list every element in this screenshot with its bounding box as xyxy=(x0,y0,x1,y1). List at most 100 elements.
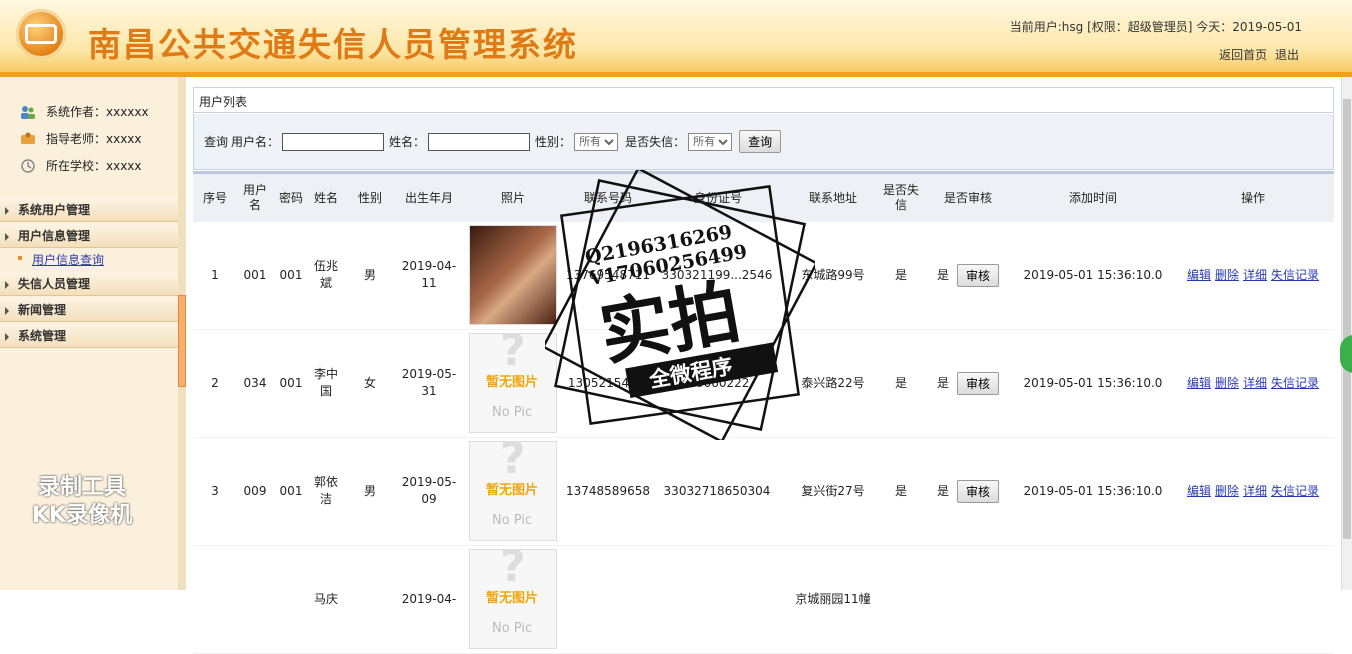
cell-idcard xyxy=(657,545,777,653)
detail-link[interactable]: 详细 xyxy=(1243,375,1267,392)
cell-photo xyxy=(469,221,557,329)
name-input[interactable] xyxy=(428,132,531,151)
cell-no: 3 xyxy=(211,483,219,498)
caret-right-icon xyxy=(5,207,9,215)
cell-dishonest: 是 xyxy=(894,267,907,282)
search-button[interactable]: 查询 xyxy=(739,130,782,153)
menu-user-info[interactable]: 用户信息管理 xyxy=(0,224,178,248)
edit-link[interactable]: 编辑 xyxy=(1187,483,1211,500)
cell-idcard: 33032718650304 xyxy=(663,483,771,498)
cell-password xyxy=(279,545,303,653)
author-info: 系统作者：xxxxxx xyxy=(20,103,149,120)
cell-name: 李中国 xyxy=(313,367,338,398)
recorder-line1: 录制工具 xyxy=(38,475,127,500)
cell-photo: ? 暂无图片 No Pic xyxy=(469,329,557,437)
sidebar-splitter[interactable] xyxy=(178,77,186,590)
detail-link[interactable]: 详细 xyxy=(1243,267,1267,284)
caret-right-icon xyxy=(5,233,9,241)
logout-link[interactable]: 退出 xyxy=(1275,48,1299,62)
edit-link[interactable]: 编辑 xyxy=(1187,267,1211,284)
cell-gender: 女 xyxy=(363,375,376,390)
col-header: 用户名 xyxy=(242,183,267,212)
menu-system-users[interactable]: 系统用户管理 xyxy=(0,198,178,222)
menu-system-admin[interactable]: 系统管理 xyxy=(0,324,178,348)
cell-photo: ? 暂无图片 No Pic xyxy=(469,437,557,545)
cell-gender: 男 xyxy=(363,483,376,498)
delete-link[interactable]: 删除 xyxy=(1215,483,1239,500)
audit-button[interactable]: 审核 xyxy=(957,263,1000,287)
col-header: 是否审核 xyxy=(943,190,992,205)
user-photo[interactable]: ? 暂无图片 No Pic xyxy=(469,441,557,541)
detail-link[interactable]: 详细 xyxy=(1243,483,1267,500)
name-label: 姓名： xyxy=(389,135,426,149)
recorder-watermark: 录制工具 KK录像机 xyxy=(32,474,132,530)
dishonest-record-link[interactable]: 失信记录 xyxy=(1271,375,1319,392)
cell-audit: 审核 xyxy=(933,545,1003,653)
question-mark-icon: ? xyxy=(500,441,526,484)
audited-value: 是 xyxy=(936,483,949,498)
cell-gender: 男 xyxy=(363,267,376,282)
app-title: 南昌公共交通失信人员管理系统 xyxy=(88,25,578,64)
cell-name: 伍兆斌 xyxy=(313,259,338,290)
query-label: 查询 xyxy=(204,135,229,149)
cell-ops: 编辑 删除 详细 失信记录 xyxy=(1178,545,1328,653)
no-pic-zh: 暂无图片 xyxy=(486,483,539,498)
col-header: 添加时间 xyxy=(1068,190,1117,205)
table-row: 3 009 001 郭依洁 男 2019-05-09 ? 暂无图片 No Pic 1… xyxy=(193,437,1334,546)
cell-username: 009 xyxy=(243,483,267,498)
menu-news[interactable]: 新闻管理 xyxy=(0,298,178,322)
col-header: 姓名 xyxy=(313,190,338,205)
users-icon xyxy=(21,105,35,119)
current-user-info: 当前用户:hsg [权限：超级管理员] 今天：2019-05-01 xyxy=(1009,20,1302,34)
user-info-query-link[interactable]: 用户信息查询 xyxy=(32,253,104,267)
username-input[interactable] xyxy=(282,132,385,151)
delete-link[interactable]: 删除 xyxy=(1215,375,1239,392)
user-photo[interactable]: ? 暂无图片 No Pic xyxy=(469,333,557,433)
table-row: 马庆 2019-04- ?暂无图片 No Pic 京城丽园11幢 审核 编辑 删除… xyxy=(193,545,1334,654)
collapse-handle[interactable] xyxy=(178,295,186,387)
col-header: 密码 xyxy=(279,190,304,205)
menu-dishonest-persons[interactable]: 失信人员管理 xyxy=(0,272,178,296)
dishonest-select[interactable]: 所有 xyxy=(688,132,733,151)
user-photo[interactable]: ? 暂无图片 No Pic xyxy=(469,549,557,649)
dishonest-record-link[interactable]: 失信记录 xyxy=(1271,267,1319,284)
cell-ops: 编辑 删除 详细 失信记录 xyxy=(1178,221,1328,329)
dishonest-label: 是否失信： xyxy=(625,135,686,149)
dishonest-record-link[interactable]: 失信记录 xyxy=(1271,483,1319,500)
cell-address: 复兴街27号 xyxy=(801,483,865,498)
panel-title: 用户列表 xyxy=(193,87,1334,113)
col-header: 性别 xyxy=(357,190,382,205)
no-pic-en: No Pic xyxy=(492,405,533,420)
scrollbar-thumb[interactable] xyxy=(1343,99,1351,539)
cell-username: 034 xyxy=(243,375,267,390)
cell-audit: 是审核 xyxy=(933,437,1003,545)
audit-button[interactable]: 审核 xyxy=(957,371,1000,395)
vertical-scrollbar[interactable] xyxy=(1341,77,1352,590)
teacher-info: 指导老师：xxxxx xyxy=(20,130,142,147)
cell-birth: 2019-05-31 xyxy=(401,367,457,398)
col-header: 是否失信 xyxy=(883,183,920,212)
delete-link[interactable]: 删除 xyxy=(1215,267,1239,284)
logo-icon xyxy=(16,9,66,59)
cell-birth: 2019-04-11 xyxy=(401,259,457,290)
cell-birth: 2019-05-09 xyxy=(401,475,457,506)
school-info: 所在学校：xxxxx xyxy=(20,157,142,174)
edit-link[interactable]: 编辑 xyxy=(1187,375,1211,392)
question-mark-icon: ? xyxy=(500,333,526,376)
cell-dishonest: 是 xyxy=(894,483,907,498)
col-header: 照片 xyxy=(500,190,525,205)
menu-label: 新闻管理 xyxy=(18,303,67,317)
menu-label: 系统管理 xyxy=(18,329,67,343)
cell-gender xyxy=(353,545,387,653)
user-photo[interactable] xyxy=(469,225,557,325)
cell-no: 1 xyxy=(211,267,219,282)
side-float-tab[interactable] xyxy=(1340,335,1352,373)
app-header: 南昌公共交通失信人员管理系统 当前用户:hsg [权限：超级管理员] 今天：20… xyxy=(0,0,1352,77)
cell-added: 2019-05-01 15:36:10.0 xyxy=(1023,267,1163,282)
home-link[interactable]: 返回首页 xyxy=(1219,48,1267,62)
cell-password: 001 xyxy=(279,267,303,282)
audited-value: 是 xyxy=(936,375,949,390)
gender-select[interactable]: 所有 xyxy=(574,132,619,151)
audit-button[interactable]: 审核 xyxy=(957,479,1000,503)
caret-right-icon xyxy=(5,333,9,341)
